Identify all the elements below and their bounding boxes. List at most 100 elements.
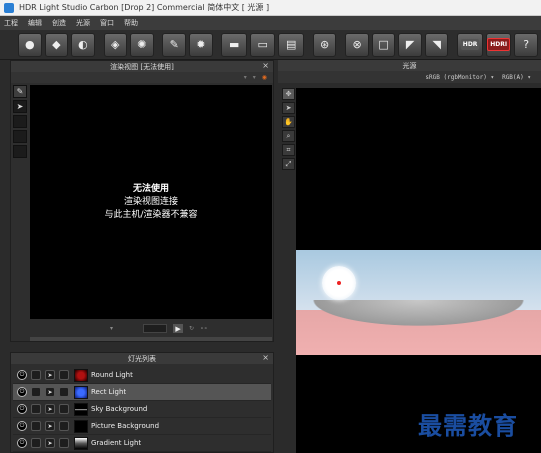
paint-tool-button[interactable]: ◈ (103, 32, 128, 57)
select-icon[interactable]: ➤ (45, 387, 55, 397)
hdri-icon: HDRI (487, 38, 511, 51)
dots-icon[interactable]: ∘∘ (200, 325, 208, 332)
sun-light-handle[interactable] (322, 266, 356, 300)
hdr-environment (296, 250, 541, 355)
help-icon: ? (523, 38, 530, 51)
fit-icon: ⤢ (285, 159, 292, 168)
hdr-icon: HDR (460, 39, 480, 50)
solo-icon[interactable] (31, 438, 41, 448)
render-message-title: 无法使用 (132, 183, 169, 194)
light-view-subbar: sRGB (rgbMonitor) ▾ RGB(A) ▾ (278, 71, 541, 83)
light-row-round[interactable]: ⏻ ➤ Round Light (13, 367, 271, 384)
visibility-icon[interactable]: ⏻ (17, 370, 27, 380)
close-circle-icon: ⊗ (352, 38, 362, 51)
render-bottom-bar: ▾ ▶ ↻ ∘∘ (30, 322, 272, 335)
band-light-button[interactable]: ▤ (278, 32, 304, 57)
light-row-sky[interactable]: ⏻ ➤ Sky Background (13, 401, 271, 418)
menu-item-light[interactable]: 光源 (76, 18, 90, 28)
menu-item-create[interactable]: 创造 (52, 18, 66, 28)
frame-tool[interactable]: ⌗ (282, 144, 295, 156)
frame-field[interactable] (143, 324, 168, 333)
solo-icon[interactable] (31, 387, 41, 397)
wand-button[interactable]: ✎ (162, 32, 187, 57)
light-row-rect[interactable]: ⏻ ➤ Rect Light (13, 384, 271, 401)
light-name: Rect Light (91, 388, 127, 396)
lock-icon[interactable] (59, 438, 69, 448)
fit-tool[interactable]: ⤢ (282, 158, 295, 170)
brush-icon: ● (24, 38, 35, 51)
light-burst-button[interactable]: ✹ (189, 32, 213, 57)
light-view-tools: ✥ ➤ ✋ ⌕ ⌗ ⤢ (282, 88, 296, 172)
menu-item-help[interactable]: 帮助 (124, 18, 138, 28)
render-viewport[interactable]: 无法使用 渲染视图连接 与此主机/渲染器不兼容 (30, 85, 272, 319)
play-icon: ▶ (175, 324, 181, 333)
lock-icon[interactable] (59, 387, 69, 397)
frame-button[interactable]: □ (371, 32, 396, 57)
hdri-button[interactable]: HDRI (485, 32, 512, 57)
lock-icon[interactable] (59, 370, 69, 380)
zoom-tool[interactable]: ⌕ (282, 130, 295, 142)
help-button[interactable]: ? (514, 32, 538, 57)
solo-icon[interactable] (31, 404, 41, 414)
gradient-light-button[interactable]: ▬ (221, 32, 247, 57)
move-tool[interactable]: ✥ (282, 88, 295, 100)
reflection-tool-button[interactable]: ◆ (44, 32, 69, 57)
render-scrollbar[interactable] (30, 337, 272, 341)
render-mode-dropdown-icon[interactable]: ▾ (110, 325, 113, 332)
select-tool[interactable]: ➤ (13, 100, 27, 113)
render-colorspace-dropdown-icon[interactable]: ▾ (244, 74, 247, 81)
light-list-panel: 灯光列表 × ⏻ ➤ Round Light ⏻ ➤ Rect Light ⏻ … (10, 352, 274, 453)
render-settings-icon[interactable]: ◉ (262, 74, 267, 81)
channels-dropdown[interactable]: RGB(A) ▾ (502, 74, 531, 81)
brush-tool[interactable]: ✎ (13, 85, 27, 98)
render-channels-dropdown-icon[interactable]: ▾ (253, 74, 256, 81)
picture-light-button[interactable]: ▭ (249, 32, 276, 57)
menu-item-edit[interactable]: 编辑 (28, 18, 42, 28)
select-icon[interactable]: ➤ (45, 370, 55, 380)
light-row-picture[interactable]: ⏻ ➤ Picture Background (13, 418, 271, 435)
refresh-icon[interactable]: ↻ (189, 325, 194, 332)
brush-tool-button[interactable]: ● (18, 32, 42, 57)
render-view-panel: 渲染视图 [无法使用] × ▾ ▾ ◉ ✎ ➤ 无法使用 渲染视图连接 与此主机… (10, 60, 274, 342)
hdr-button[interactable]: HDR (457, 32, 483, 57)
select-icon[interactable]: ➤ (45, 421, 55, 431)
colorspace-dropdown[interactable]: sRGB (rgbMonitor) ▾ (425, 74, 494, 81)
light-row-gradient[interactable]: ⏻ ➤ Gradient Light (13, 435, 271, 452)
menu-item-project[interactable]: 工程 (4, 18, 18, 28)
delete-light-button[interactable]: ⊗ (345, 32, 369, 57)
rim-icon: ◐ (78, 38, 88, 51)
horizon-region (296, 300, 541, 330)
solo-icon[interactable] (31, 370, 41, 380)
visibility-icon[interactable]: ⏻ (17, 438, 27, 448)
lock-icon[interactable] (59, 404, 69, 414)
aperture-button[interactable]: ✺ (130, 32, 154, 57)
visibility-icon[interactable]: ⏻ (17, 387, 27, 397)
lock-icon[interactable] (59, 421, 69, 431)
render-tool-3[interactable] (13, 115, 27, 128)
light-thumbnail (74, 402, 88, 416)
visibility-icon[interactable]: ⏻ (17, 404, 27, 414)
menu-item-window[interactable]: 窗口 (100, 18, 114, 28)
select-icon[interactable]: ➤ (45, 404, 55, 414)
rim-tool-button[interactable]: ◐ (71, 32, 95, 57)
sphere-button[interactable]: ⊛ (312, 32, 337, 57)
solo-icon[interactable] (31, 421, 41, 431)
light-view-panel: 光源 sRGB (rgbMonitor) ▾ RGB(A) ▾ ✥ ➤ ✋ ⌕ … (278, 60, 541, 453)
close-icon[interactable]: × (262, 61, 269, 70)
pointer-icon: ➤ (16, 102, 24, 111)
sunburst-icon: ✹ (196, 38, 206, 51)
render-tool-4[interactable] (13, 130, 27, 143)
menu-bar: 工程 编辑 创造 光源 窗口 帮助 (0, 16, 541, 30)
select-tool[interactable]: ➤ (282, 102, 295, 114)
render-tool-5[interactable] (13, 145, 27, 158)
close-icon[interactable]: × (262, 353, 269, 362)
select-icon[interactable]: ➤ (45, 438, 55, 448)
flag-button[interactable]: ◤ (398, 32, 422, 57)
light-name: Sky Background (91, 405, 148, 413)
pan-tool[interactable]: ✋ (282, 116, 295, 128)
play-button[interactable]: ▶ (173, 324, 184, 333)
light-view-canvas[interactable] (296, 88, 541, 453)
visibility-icon[interactable]: ⏻ (17, 421, 27, 431)
arrow-button[interactable]: ◥ (424, 32, 449, 57)
light-name: Round Light (91, 371, 133, 379)
